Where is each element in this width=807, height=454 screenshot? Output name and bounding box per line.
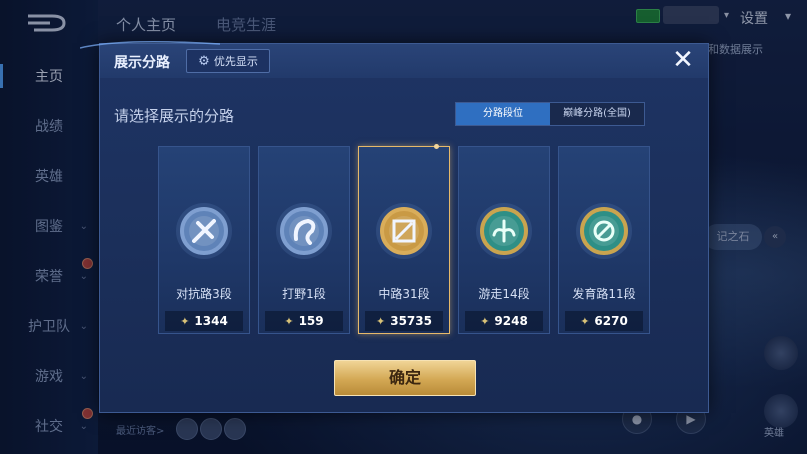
jungle-icon (276, 203, 332, 259)
score-star-icon: ✦ (580, 314, 590, 328)
close-icon[interactable]: ✕ (669, 46, 697, 74)
lane-label: 打野1段 (282, 287, 326, 301)
mid-lane-icon (376, 203, 432, 259)
lane-mode-toggle: 分路段位 巅峰分路(全国) (455, 102, 645, 126)
farm-lane-icon (576, 203, 632, 259)
confirm-button[interactable]: 确定 (334, 360, 476, 396)
lane-card[interactable]: 打野1段 ✦ 159 (258, 146, 350, 334)
lane-display-dialog: 展示分路 ⚙ 优先显示 请选择展示的分路 分路段位 巅峰分路(全国) 对抗路3段… (99, 43, 709, 413)
lane-label: 游走14段 (478, 287, 530, 301)
lane-score: ✦ 159 (265, 311, 343, 331)
toggle-lane-rank[interactable]: 分路段位 (456, 103, 550, 125)
clash-lane-icon (176, 203, 232, 259)
lane-score: ✦ 6270 (565, 311, 643, 331)
toggle-peak-lane[interactable]: 巅峰分路(全国) (550, 103, 644, 125)
lane-score-value: 1344 (194, 314, 228, 328)
priority-display-button[interactable]: ⚙ 优先显示 (186, 49, 270, 73)
lane-score: ✦ 9248 (465, 311, 543, 331)
lane-card[interactable]: 中路31段 ✦ 35735 (358, 144, 450, 334)
lane-label: 对抗路3段 (176, 287, 232, 301)
score-star-icon: ✦ (376, 314, 386, 328)
gear-icon: ⚙ (198, 53, 210, 69)
lane-score: ✦ 1344 (165, 311, 243, 331)
dialog-title: 展示分路 (114, 55, 170, 71)
score-star-icon: ✦ (180, 314, 190, 328)
lane-label: 中路31段 (378, 287, 430, 301)
lane-score-value: 159 (298, 314, 324, 328)
score-star-icon: ✦ (284, 314, 294, 328)
lane-card[interactable]: 发育路11段 ✦ 6270 (558, 146, 650, 334)
header-swoosh-decoration (80, 41, 220, 49)
lane-card[interactable]: 游走14段 ✦ 9248 (458, 146, 550, 334)
priority-display-label: 优先显示 (213, 55, 258, 68)
select-lane-prompt: 请选择展示的分路 (114, 107, 235, 125)
roam-icon (476, 203, 532, 259)
score-star-icon: ✦ (480, 314, 490, 328)
lane-label: 发育路11段 (572, 287, 636, 301)
selection-marker (434, 144, 439, 149)
lane-score: ✦ 35735 (365, 311, 443, 331)
lane-card[interactable]: 对抗路3段 ✦ 1344 (158, 146, 250, 334)
lane-score-value: 9248 (494, 314, 528, 328)
lane-score-value: 35735 (390, 314, 432, 328)
lane-score-value: 6270 (594, 314, 628, 328)
lane-card-list: 对抗路3段 ✦ 1344 打野1段 ✦ 159 中路31段 ✦ 35735 游走14段 ✦ 9248 发… (158, 144, 650, 334)
